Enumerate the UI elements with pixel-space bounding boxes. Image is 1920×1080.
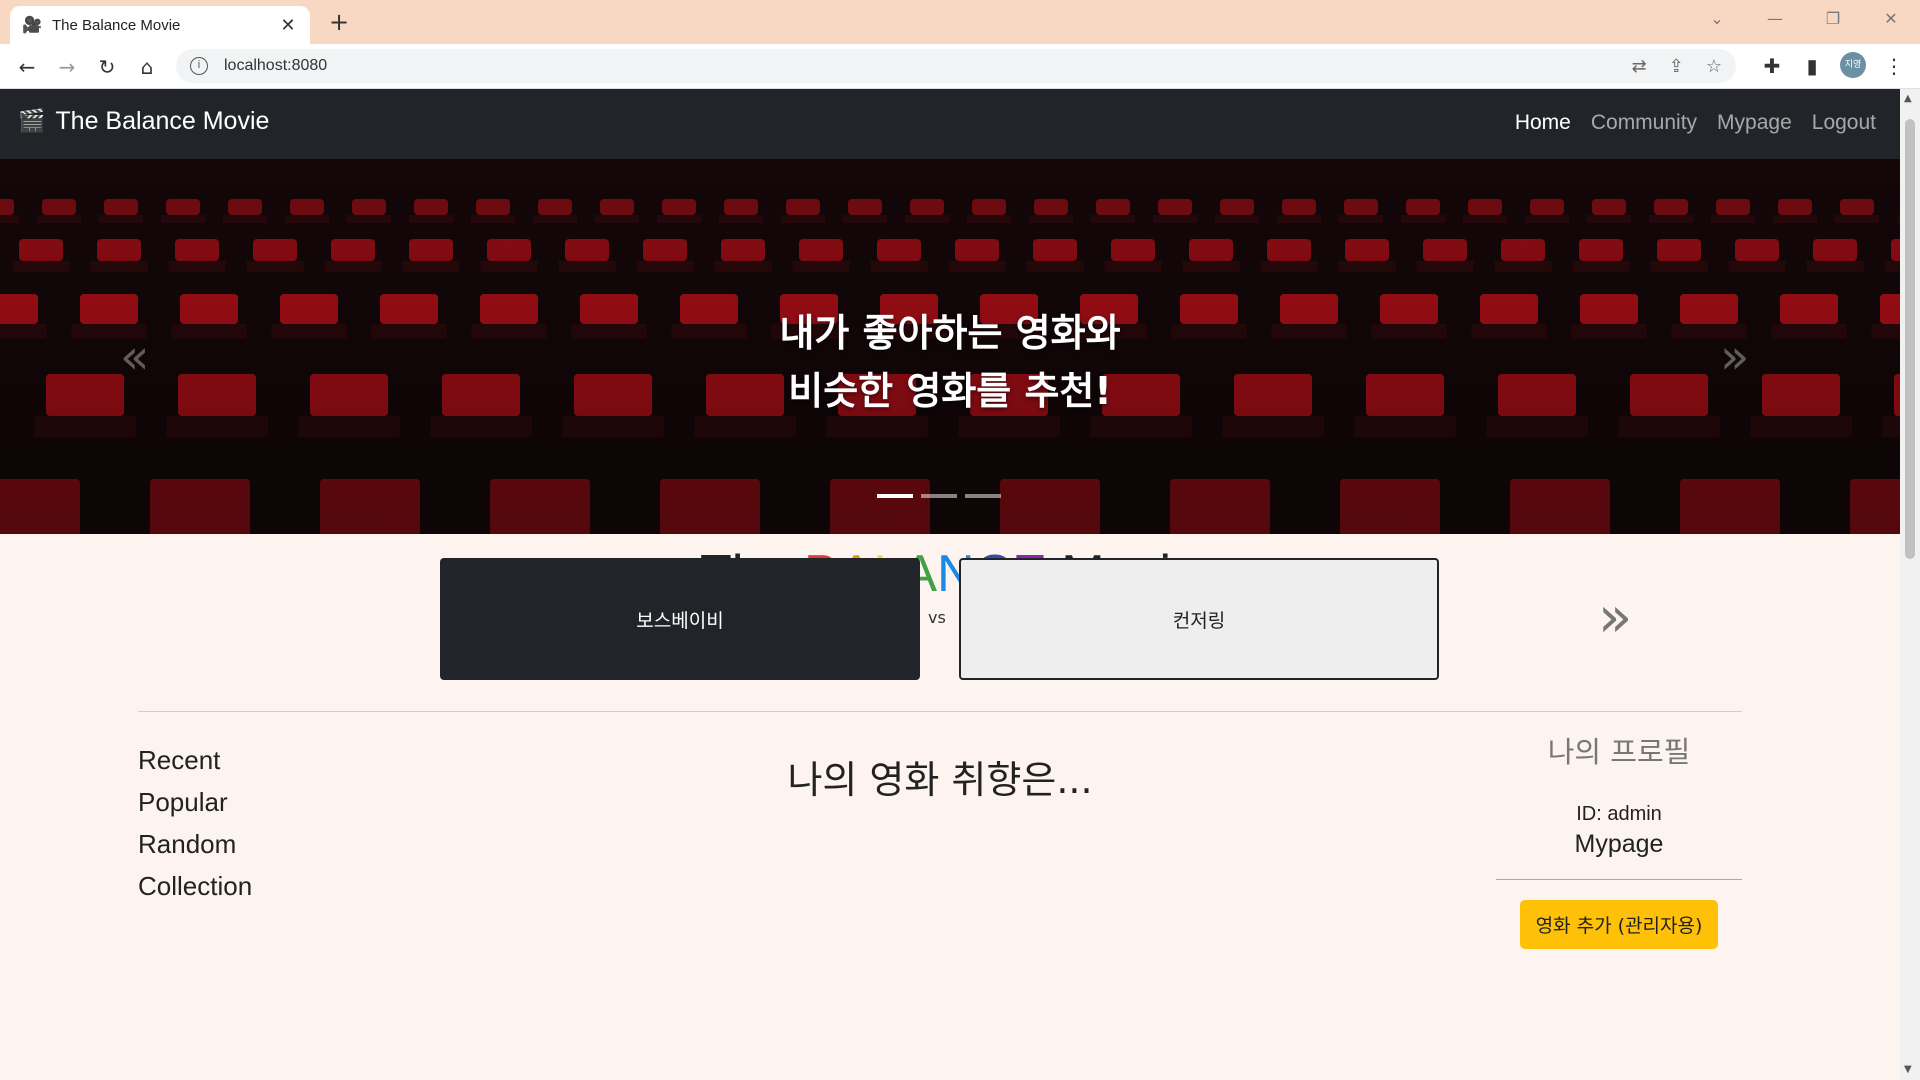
section-divider <box>138 711 1742 712</box>
profile-avatar[interactable]: 지영 <box>1840 52 1866 78</box>
tab-title: The Balance Movie <box>52 16 181 34</box>
brand-text: The Balance Movie <box>55 107 270 135</box>
nav-logout[interactable]: Logout <box>1812 111 1876 135</box>
balance-option-right[interactable]: 컨저링 <box>959 558 1439 680</box>
profile-id: ID: admin <box>1576 803 1662 825</box>
extensions-puzzle-icon[interactable]: ✚ <box>1758 54 1786 78</box>
restore-button[interactable]: ❐ <box>1804 0 1862 40</box>
home-icon[interactable]: ⌂ <box>132 52 162 82</box>
carousel-indicator-1[interactable] <box>877 494 913 498</box>
translate-icon[interactable]: ⇄ <box>1632 56 1647 77</box>
tab-search-icon[interactable]: ⌄ <box>1688 0 1746 40</box>
url-text[interactable]: localhost:8080 <box>224 57 1610 75</box>
vs-label: vs <box>928 608 946 627</box>
close-tab-icon[interactable]: ✕ <box>278 15 298 36</box>
reload-icon[interactable]: ↻ <box>92 52 122 82</box>
browser-tab[interactable]: 🎥 The Balance Movie ✕ <box>10 6 310 44</box>
site-info-icon[interactable]: i <box>190 57 208 75</box>
profile-title: 나의 프로필 <box>1547 735 1691 769</box>
chrome-menu-icon[interactable]: ⋮ <box>1880 54 1908 78</box>
window-controls: ⌄ — ❐ ✕ <box>1688 0 1920 40</box>
share-icon[interactable]: ⇪ <box>1669 56 1684 77</box>
minimize-button[interactable]: — <box>1746 0 1804 40</box>
nav-mypage[interactable]: Mypage <box>1717 111 1792 135</box>
side-menu-random[interactable]: Random <box>138 823 252 865</box>
carousel-indicator-2[interactable] <box>921 494 957 498</box>
carousel-indicator-3[interactable] <box>965 494 1001 498</box>
next-pair-icon[interactable]: » <box>1598 585 1632 650</box>
hero-caption: 내가 좋아하는 영화와 비슷한 영화를 추천! <box>0 304 1900 420</box>
side-menu-collection[interactable]: Collection <box>138 865 252 907</box>
nav-community[interactable]: Community <box>1591 111 1697 135</box>
hero-caption-line2: 비슷한 영화를 추천! <box>788 369 1112 413</box>
profile-mypage-link[interactable]: Mypage <box>1496 830 1742 859</box>
close-window-button[interactable]: ✕ <box>1862 0 1920 40</box>
hero-carousel: « » 내가 좋아하는 영화와 비슷한 영화를 추천! <box>0 159 1900 534</box>
carousel-indicators <box>877 494 1009 498</box>
scroll-down-arrow-icon[interactable]: ▼ <box>1904 1064 1912 1075</box>
profile-panel: 나의 프로필 ID: admin Mypage 영화 추가 (관리자용) <box>1496 729 1742 949</box>
hero-caption-line1: 내가 좋아하는 영화와 <box>779 311 1121 355</box>
address-toolbar: ← → ↻ ⌂ i localhost:8080 ⇄ ⇪ ☆ ✚ ▮ ⋮ <box>0 44 1920 89</box>
new-tab-button[interactable]: + <box>325 8 353 36</box>
clapperboard-icon: 🎬 <box>18 109 46 134</box>
forward-icon[interactable]: → <box>52 52 82 82</box>
page-scrollbar[interactable]: ▲ ▼ <box>1900 89 1920 1080</box>
nav-links: Home Community Mypage Logout <box>1495 111 1876 135</box>
balance-option-left[interactable]: 보스베이비 <box>440 558 920 680</box>
scroll-up-arrow-icon[interactable]: ▲ <box>1904 93 1912 104</box>
side-panel-icon[interactable]: ▮ <box>1798 54 1826 78</box>
bookmark-star-icon[interactable]: ☆ <box>1706 56 1722 77</box>
add-movie-admin-button[interactable]: 영화 추가 (관리자용) <box>1519 900 1719 949</box>
browser-tab-strip: 🎥 The Balance Movie ✕ + ⌄ — ❐ ✕ <box>0 0 1920 44</box>
page-viewport: 🎬 The Balance Movie Home Community Mypag… <box>0 89 1900 1080</box>
address-bar[interactable]: i localhost:8080 ⇄ ⇪ ☆ <box>176 49 1736 83</box>
back-icon[interactable]: ← <box>12 52 42 82</box>
site-navbar: 🎬 The Balance Movie Home Community Mypag… <box>0 89 1900 159</box>
nav-home[interactable]: Home <box>1515 111 1571 135</box>
profile-divider <box>1496 879 1742 880</box>
brand-link[interactable]: 🎬 The Balance Movie <box>18 107 269 136</box>
scrollbar-thumb[interactable] <box>1905 119 1915 559</box>
film-projector-icon: 🎥 <box>22 15 42 34</box>
